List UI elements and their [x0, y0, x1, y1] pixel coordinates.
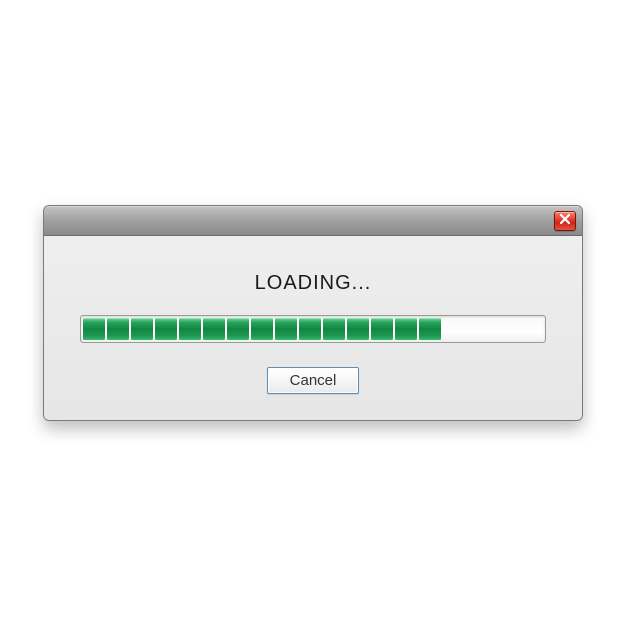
progress-segment	[395, 318, 417, 340]
progress-segment	[227, 318, 249, 340]
progress-segment	[347, 318, 369, 340]
progress-segment	[251, 318, 273, 340]
progress-segment	[539, 318, 546, 340]
cancel-button[interactable]: Cancel	[267, 367, 360, 394]
progress-segment	[179, 318, 201, 340]
progress-segment	[443, 318, 465, 340]
loading-dialog: LOADING... Cancel	[43, 205, 583, 421]
progress-segment	[83, 318, 105, 340]
progress-bar	[80, 315, 546, 343]
progress-segment	[131, 318, 153, 340]
progress-segment	[107, 318, 129, 340]
progress-segment	[467, 318, 489, 340]
progress-segment	[419, 318, 441, 340]
progress-segment	[371, 318, 393, 340]
progress-segment	[323, 318, 345, 340]
progress-segment	[299, 318, 321, 340]
progress-segment	[203, 318, 225, 340]
progress-segment	[515, 318, 537, 340]
loading-label: LOADING...	[255, 272, 372, 295]
titlebar	[44, 206, 582, 236]
progress-segment	[491, 318, 513, 340]
progress-segment	[275, 318, 297, 340]
progress-segment	[155, 318, 177, 340]
dialog-content: LOADING... Cancel	[44, 236, 582, 420]
close-icon	[559, 212, 571, 230]
close-button[interactable]	[554, 211, 576, 231]
